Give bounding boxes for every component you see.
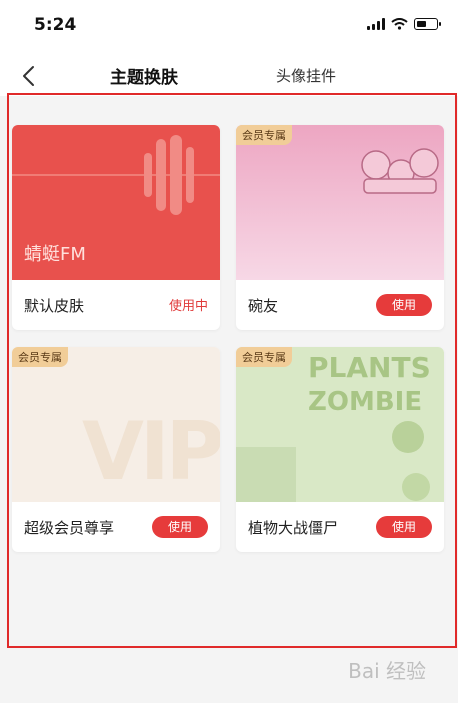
member-badge: 会员专属 bbox=[236, 125, 292, 145]
theme-name: 碗友 bbox=[248, 297, 279, 315]
theme-preview-default: 蜻蜓FM bbox=[12, 125, 220, 280]
theme-card-pvz[interactable]: PLANTS ZOMBIE 会员专属 植物大战僵尸 使用 bbox=[236, 347, 444, 552]
tab-theme-skin[interactable]: 主题换肤 bbox=[110, 63, 178, 88]
zombie-icon bbox=[236, 421, 430, 502]
member-badge: 会员专属 bbox=[236, 347, 292, 367]
use-button[interactable]: 使用 bbox=[152, 516, 208, 538]
in-use-label: 使用中 bbox=[168, 299, 208, 314]
theme-card-wanyou[interactable]: 会员专属 碗友 使用 bbox=[236, 125, 444, 330]
theme-name: 超级会员尊享 bbox=[24, 519, 115, 537]
theme-preview-pvz: PLANTS ZOMBIE 会员专属 bbox=[236, 347, 444, 502]
tab-avatar-pendant[interactable]: 头像挂件 bbox=[276, 65, 336, 86]
nav-bar: 主题换肤 头像挂件 bbox=[0, 52, 458, 96]
status-time: 5:24 bbox=[34, 15, 77, 35]
theme-preview-vip: VIP 会员专属 bbox=[12, 347, 220, 502]
theme-name: 默认皮肤 bbox=[24, 297, 85, 315]
brand-logo-text: 蜻蜓FM bbox=[24, 244, 86, 265]
member-badge: 会员专属 bbox=[12, 347, 68, 367]
signal-icon bbox=[367, 18, 385, 30]
theme-card-default[interactable]: 蜻蜓FM 默认皮肤 使用中 bbox=[12, 125, 220, 330]
baidu-watermark: Bai 经验 bbox=[348, 659, 426, 683]
theme-card-vip[interactable]: VIP 会员专属 超级会员尊享 使用 bbox=[12, 347, 220, 552]
wifi-icon bbox=[391, 18, 408, 30]
use-button[interactable]: 使用 bbox=[376, 294, 432, 316]
status-bar: 5:24 bbox=[0, 0, 458, 52]
vip-watermark-text: VIP bbox=[82, 405, 220, 498]
use-button[interactable]: 使用 bbox=[376, 516, 432, 538]
back-chevron-icon[interactable] bbox=[18, 64, 40, 88]
status-icons bbox=[367, 18, 441, 30]
battery-icon bbox=[414, 18, 441, 30]
theme-preview-wanyou: 会员专属 bbox=[236, 125, 444, 280]
cartoon-characters-icon bbox=[361, 148, 439, 194]
theme-name: 植物大战僵尸 bbox=[248, 519, 339, 537]
